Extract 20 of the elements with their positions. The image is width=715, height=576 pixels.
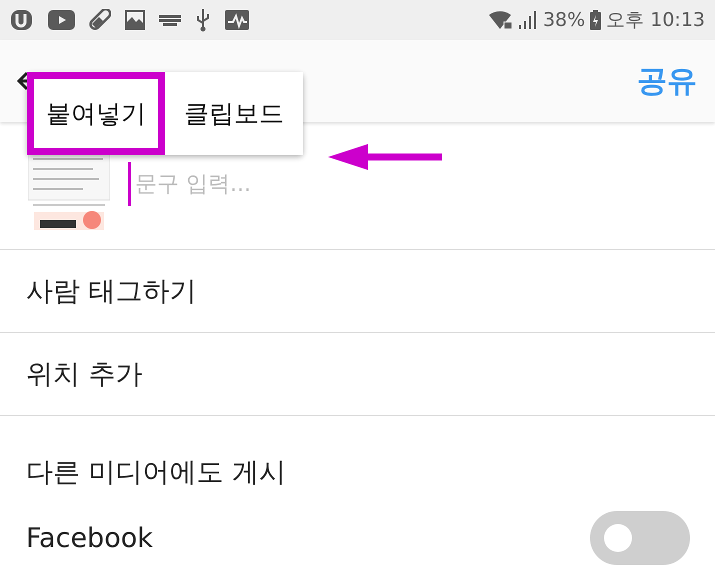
battery-percent: 38% — [542, 9, 586, 31]
signal-icon — [518, 10, 538, 30]
section-title: 다른 미디어에도 게시 — [26, 456, 288, 490]
activity-icon — [225, 10, 249, 30]
option-label[interactable]: 위치 추가 — [26, 356, 143, 392]
menu-item[interactable]: 클립보드 — [165, 72, 303, 155]
highlighted-menu-item[interactable]: 붙여넣기 — [27, 72, 165, 155]
app-logo-icon — [10, 8, 34, 32]
battery-charging-icon — [590, 10, 602, 30]
keyboard-icon — [159, 13, 181, 27]
caption-input[interactable]: 문구 입력... — [131, 172, 379, 196]
usb-icon — [195, 8, 211, 32]
pill-icon — [89, 9, 111, 31]
service-label: Facebook — [26, 522, 153, 554]
image-icon — [125, 10, 145, 30]
play-icon — [48, 10, 75, 30]
option-label[interactable]: 사람 태그하기 — [26, 273, 197, 309]
wifi-locked-icon — [488, 10, 513, 30]
toggle-switch[interactable] — [590, 511, 690, 565]
clock: 오후 10:13 — [606, 8, 705, 33]
